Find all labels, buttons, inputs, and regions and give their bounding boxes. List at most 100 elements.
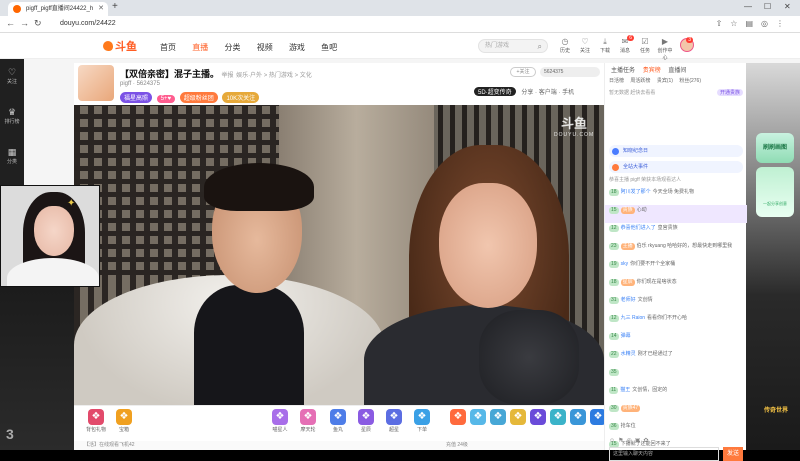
rank-icon: ♛ bbox=[7, 107, 17, 117]
back-icon[interactable]: ← bbox=[6, 18, 15, 28]
chat-tools[interactable]: ☺⚑◎▣✿ bbox=[609, 437, 729, 444]
chat-nickname[interactable]: 恭喜他们进入了 bbox=[621, 225, 656, 231]
rail-rank[interactable]: ♛ 排行榜 bbox=[0, 107, 24, 125]
room-tags: 福星高照 5+♥ 超级粉丝团 10K次关注 bbox=[120, 92, 262, 103]
chat-nickname[interactable]: sky bbox=[621, 261, 629, 267]
header-download[interactable]: ⤓ 下载 bbox=[596, 37, 614, 54]
promo-rail[interactable]: 刷刷画图 一起分享创意 bbox=[756, 133, 796, 223]
url-field[interactable]: douyu.com/24422 bbox=[60, 20, 116, 27]
reload-icon[interactable]: ↻ bbox=[34, 18, 42, 29]
room-actions: 5D·超变传奇 分享 · 客户端 · 手机 bbox=[474, 87, 574, 96]
task-icon: ☑ bbox=[641, 37, 649, 46]
maximize-icon[interactable]: ☐ bbox=[764, 2, 771, 11]
chat-nickname[interactable]: 弹幕 bbox=[621, 333, 631, 339]
fans-count: 5624375 bbox=[136, 81, 160, 87]
star-icon: ✦ bbox=[67, 198, 76, 209]
subtab-day[interactable]: 日活榜 bbox=[609, 77, 624, 84]
tab-title: pigff_pigff直播间24422_h bbox=[26, 6, 94, 12]
gift-icon: ❖ bbox=[88, 409, 104, 425]
room-tag[interactable]: 福星高照 bbox=[120, 92, 153, 103]
follow-button[interactable]: +关注 bbox=[510, 67, 536, 77]
avatar-badge: 3 bbox=[686, 37, 693, 43]
tab-vip[interactable]: 贵宾榜 bbox=[643, 65, 661, 74]
window-close-icon[interactable]: ✕ bbox=[784, 2, 791, 11]
share-button[interactable]: 分享 bbox=[521, 90, 533, 96]
breadcrumb[interactable]: 娱乐·户外 > 热门游戏 > 文化 bbox=[236, 73, 312, 79]
chat-sub-tabs: 日活榜 周活跃榜 贵宾(1) 粉丝(276) bbox=[609, 77, 743, 84]
room-tag[interactable]: 超级粉丝团 bbox=[179, 92, 218, 103]
promo-sub[interactable]: 一起分享创意 bbox=[756, 167, 794, 217]
game-logo[interactable]: 传奇世界 bbox=[764, 405, 788, 414]
rail-category[interactable]: ▦ 分类 bbox=[0, 147, 24, 165]
user-level-badge: 36 bbox=[609, 423, 619, 430]
tab-anchor-task[interactable]: 主播任务 bbox=[611, 65, 635, 74]
notice-event[interactable]: 全站大事件 bbox=[609, 161, 743, 173]
tab-room[interactable]: 直播间 bbox=[668, 65, 686, 74]
streamer-name[interactable]: pigff bbox=[120, 81, 131, 87]
douyu-logo[interactable]: 斗鱼 bbox=[103, 38, 137, 54]
chat-message: 22 水精灵 刚才已经通过了 bbox=[605, 349, 747, 367]
search-input[interactable]: 热门游戏 ⌕ bbox=[478, 39, 548, 53]
chat-input[interactable]: 这里输入聊天内容 bbox=[609, 447, 719, 461]
chat-nickname[interactable]: 九三 Raion bbox=[621, 315, 645, 321]
gift-label: 下单 bbox=[416, 427, 427, 433]
gift-bar: ❖背包礼物❖宝箱❖喵星人❖摩天轮❖鱼丸❖星辰❖超星❖下单❖火箭❖荧光棒❖飞机❖稳… bbox=[74, 405, 606, 441]
streamer-man-shirt bbox=[194, 285, 304, 405]
nav-game[interactable]: 游戏 bbox=[289, 43, 305, 52]
header-tasks[interactable]: ☑ 任务 bbox=[636, 37, 654, 54]
gift-item[interactable]: ❖ 超星 bbox=[380, 409, 408, 433]
nav-live[interactable]: 直播 bbox=[192, 43, 208, 52]
promo-title[interactable]: 刷刷画图 bbox=[756, 133, 794, 163]
open-noble-button[interactable]: 开通贵族 bbox=[716, 89, 743, 96]
room-tag[interactable]: 10K次关注 bbox=[222, 92, 260, 103]
header-follow[interactable]: ♡ 关注 bbox=[576, 37, 594, 54]
subtab-fans[interactable]: 粉丝(276) bbox=[679, 77, 701, 84]
notice-anniversary[interactable]: 知晓纪念日 bbox=[609, 145, 743, 157]
nav-category[interactable]: 分类 bbox=[224, 43, 240, 52]
chat-nickname[interactable]: 猫王 bbox=[620, 387, 630, 393]
header-creator[interactable]: ▶ 创作中心 bbox=[656, 37, 674, 61]
gift-item[interactable]: ❖ 鱼丸 bbox=[324, 409, 352, 433]
phone-button[interactable]: 手机 bbox=[562, 90, 574, 96]
new-tab-icon[interactable]: + bbox=[112, 1, 118, 12]
chat-message: 30 贵族47 bbox=[605, 403, 747, 421]
forward-icon[interactable]: → bbox=[20, 18, 29, 28]
gift-item[interactable]: ❖ 喵星人 bbox=[266, 409, 294, 433]
video-player[interactable]: 斗鱼 DOUYU.COM bbox=[74, 105, 604, 405]
gift-icon: ❖ bbox=[330, 409, 346, 425]
gift-item[interactable]: ❖ 摩天轮 bbox=[294, 409, 322, 433]
chat-nickname[interactable]: 阿川发了那个 bbox=[621, 189, 651, 195]
header-history[interactable]: ◷ 历史 bbox=[556, 37, 574, 54]
close-icon[interactable]: ✕ bbox=[98, 2, 104, 16]
room-tag[interactable]: 5+♥ bbox=[156, 95, 176, 103]
gift-item[interactable]: ❖ 星辰 bbox=[352, 409, 380, 433]
minimize-icon[interactable]: — bbox=[744, 2, 752, 11]
user-level-badge: 35 bbox=[609, 369, 619, 376]
chat-tabs: 主播任务 贵宾榜 直播间 bbox=[605, 63, 747, 75]
nav-home[interactable]: 首页 bbox=[160, 43, 176, 52]
gift-item[interactable]: ❖ 背包礼物 bbox=[82, 409, 110, 433]
send-button[interactable]: 发送 bbox=[723, 447, 743, 461]
user-avatar[interactable]: 3 bbox=[680, 37, 694, 52]
rail-follow[interactable]: ♡ 关注 bbox=[0, 67, 24, 85]
browser-toolbar-icons[interactable]: ⇧☆▤◎⋮ bbox=[716, 19, 792, 28]
microphone bbox=[479, 310, 579, 405]
gift-item[interactable]: ❖ 宝箱 bbox=[110, 409, 138, 433]
gift-icon: ❖ bbox=[386, 409, 402, 425]
search-icon[interactable]: ⌕ bbox=[538, 41, 542, 53]
nav-video[interactable]: 视频 bbox=[257, 43, 273, 52]
gift-item[interactable]: ❖ 下单 bbox=[408, 409, 436, 433]
backdrop-right bbox=[746, 63, 800, 450]
report-link[interactable]: 举报 bbox=[222, 73, 234, 79]
chat-text: 看看你们不开心哈 bbox=[647, 315, 688, 321]
header-messages[interactable]: ✉ 消息 6 bbox=[616, 35, 634, 54]
brand-banner[interactable]: 5D·超变传奇 bbox=[474, 87, 516, 96]
streamer-avatar[interactable] bbox=[78, 65, 114, 101]
nav-fishbar[interactable]: 鱼吧 bbox=[321, 43, 337, 52]
subtab-week[interactable]: 周活跃榜 bbox=[630, 77, 650, 84]
chat-nickname[interactable]: 水精灵 bbox=[621, 351, 636, 357]
chat-nickname[interactable]: 老师好 bbox=[621, 297, 636, 303]
browser-tab[interactable]: pigff_pigff直播间24422_h ✕ bbox=[8, 2, 108, 16]
subtab-vip[interactable]: 贵宾(1) bbox=[657, 77, 673, 84]
client-button[interactable]: 客户端 bbox=[539, 90, 557, 96]
